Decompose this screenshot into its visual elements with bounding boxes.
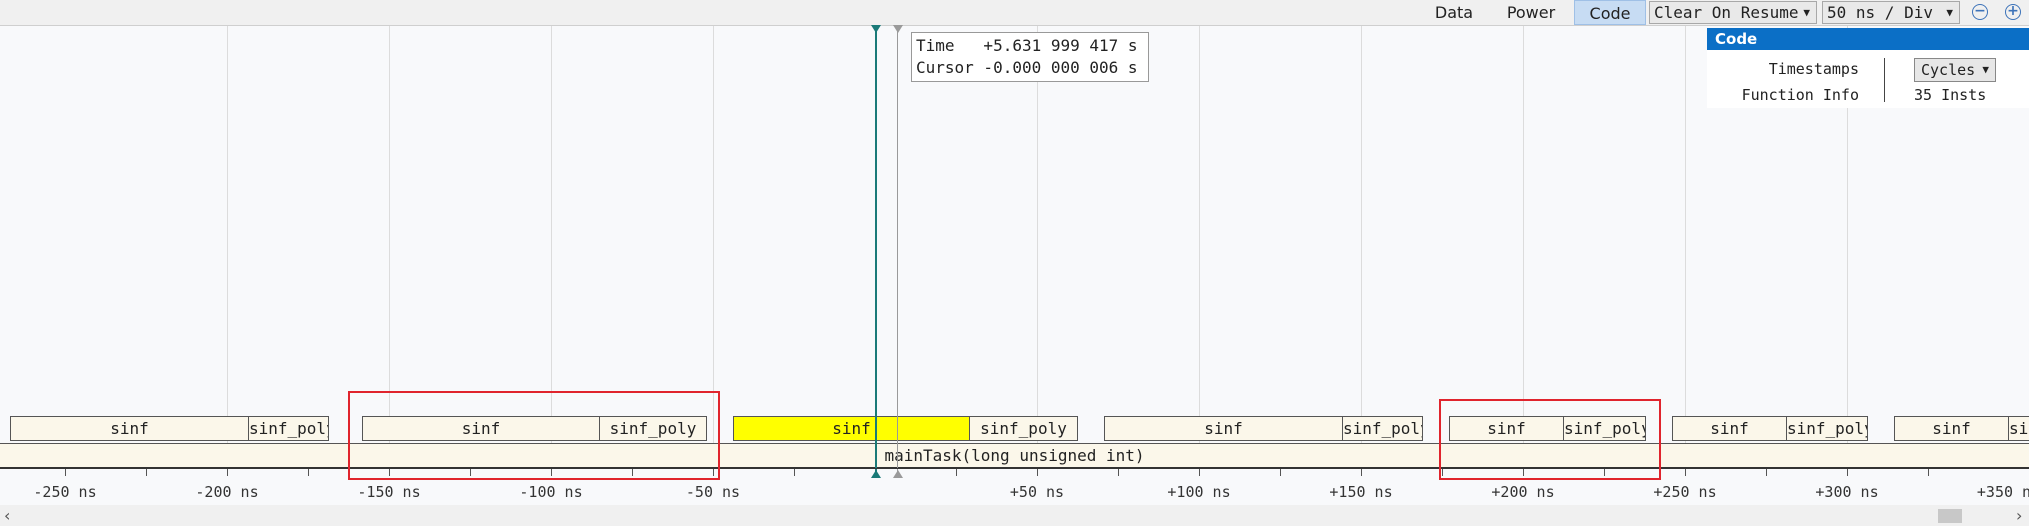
call-block-sinf-poly[interactable]: sinf_poly xyxy=(969,416,1078,441)
chevron-down-icon: ▼ xyxy=(1803,6,1810,19)
annotation-box xyxy=(1439,399,1661,480)
call-block-sinf[interactable]: sinf xyxy=(1104,416,1343,441)
axis-label: +250 ns xyxy=(1653,483,1717,501)
axis-tick xyxy=(1118,469,1119,476)
reference-top-marker-icon[interactable] xyxy=(893,25,903,33)
axis-label: +100 ns xyxy=(1167,483,1231,501)
axis-tick xyxy=(1280,469,1281,476)
annotation-box xyxy=(348,391,720,480)
axis-tick xyxy=(956,469,957,476)
axis-label: -100 ns xyxy=(519,483,583,501)
axis-label: +150 ns xyxy=(1329,483,1393,501)
main-task-bar[interactable]: mainTask(long unsigned int) xyxy=(0,443,2029,468)
call-block-sinf[interactable]: sinf xyxy=(10,416,249,441)
axis-tick xyxy=(1928,469,1929,476)
zoom-in-button[interactable]: + xyxy=(2005,4,2021,20)
axis-label: -50 ns xyxy=(685,483,741,501)
axis-tick xyxy=(794,469,795,476)
function-info-label: Function Info xyxy=(1741,86,1859,104)
chevron-down-icon: ▼ xyxy=(1946,6,1953,19)
axis-tick xyxy=(1037,469,1038,476)
cursor-top-marker-icon[interactable] xyxy=(871,25,881,33)
axis-label: -200 ns xyxy=(195,483,259,501)
axis-label: +300 ns xyxy=(1815,483,1879,501)
call-block-sinf[interactable]: sinf xyxy=(1894,416,2009,441)
function-info-value: 35 Insts xyxy=(1914,86,1987,104)
gridline xyxy=(227,26,228,468)
code-panel-divider xyxy=(1884,58,1885,102)
axis-tick xyxy=(146,469,147,476)
toolbar: Data Power Code Clear On Resume ▼ 50 ns … xyxy=(0,0,2029,26)
call-block-sinf-poly[interactable]: sinf_poly xyxy=(1342,416,1423,441)
horizontal-scrollbar[interactable]: ‹ › xyxy=(0,505,2029,526)
call-block-sinf-highlighted[interactable]: sinf xyxy=(733,416,970,441)
gridline xyxy=(1685,26,1686,468)
timestamps-select[interactable]: Cycles ▼ xyxy=(1914,58,1996,82)
gridline xyxy=(1199,26,1200,468)
axis-tick xyxy=(1361,469,1362,476)
call-row: sinf sinf_poly sinf sinf_poly sinf sinf_… xyxy=(0,416,2029,443)
time-axis: -250 ns -200 ns -150 ns -100 ns -50 ns +… xyxy=(0,468,2029,507)
timestamps-row: Timestamps Cycles ▼ xyxy=(1707,58,2029,82)
time-cursor-line[interactable] xyxy=(875,26,877,474)
scroll-right-icon[interactable]: › xyxy=(2016,505,2022,526)
timestamps-label: Timestamps xyxy=(1768,60,1859,78)
tab-data[interactable]: Data xyxy=(1423,0,1485,25)
axis-label: +50 ns xyxy=(1009,483,1065,501)
call-block-sinf-poly[interactable]: sinf_poly xyxy=(1786,416,1868,441)
call-block-sinf[interactable]: sinf xyxy=(1672,416,1787,441)
axis-tick xyxy=(308,469,309,476)
tooltip-cursor: Cursor -0.000 000 006 s xyxy=(916,58,1138,77)
minus-icon: − xyxy=(1974,3,1986,19)
call-block-sinf-poly[interactable]: sin xyxy=(2008,416,2029,441)
axis-label: +350 n xyxy=(1976,483,2029,501)
gridline xyxy=(1361,26,1362,468)
axis-label: -250 ns xyxy=(33,483,97,501)
zoom-out-button[interactable]: − xyxy=(1972,4,1988,20)
tab-code[interactable]: Code xyxy=(1574,0,1646,25)
call-block-sinf-poly[interactable]: sinf_poly xyxy=(248,416,329,441)
tooltip-time: Time +5.631 999 417 s xyxy=(916,36,1138,55)
axis-tick xyxy=(1199,469,1200,476)
axis-tick xyxy=(227,469,228,476)
tab-power[interactable]: Power xyxy=(1496,0,1566,25)
axis-tick xyxy=(1847,469,1848,476)
axis-label: -150 ns xyxy=(357,483,421,501)
axis-tick xyxy=(65,469,66,476)
reference-cursor-line[interactable] xyxy=(897,26,898,474)
cursor-tooltip: Time +5.631 999 417 s Cursor -0.000 000 … xyxy=(911,32,1149,82)
axis-tick xyxy=(1685,469,1686,476)
gridline xyxy=(1037,26,1038,468)
code-panel: Code Timestamps Cycles ▼ Function Info 3… xyxy=(1707,28,2029,108)
clear-on-resume-select[interactable]: Clear On Resume ▼ xyxy=(1649,1,1817,24)
scroll-left-icon[interactable]: ‹ xyxy=(4,505,10,526)
function-info-row: Function Info 35 Insts xyxy=(1707,84,2029,108)
code-panel-title: Code xyxy=(1707,28,2029,50)
scale-value: 50 ns / Div xyxy=(1827,3,1933,22)
axis-tick xyxy=(1766,469,1767,476)
chevron-down-icon: ▼ xyxy=(1982,63,1989,76)
clear-on-resume-value: Clear On Resume xyxy=(1654,3,1799,22)
plus-icon: + xyxy=(2007,3,2019,19)
axis-label: +200 ns xyxy=(1491,483,1555,501)
scrollbar-thumb[interactable] xyxy=(1938,509,1962,523)
scale-select[interactable]: 50 ns / Div ▼ xyxy=(1822,1,1960,24)
timestamps-value: Cycles xyxy=(1921,61,1976,79)
